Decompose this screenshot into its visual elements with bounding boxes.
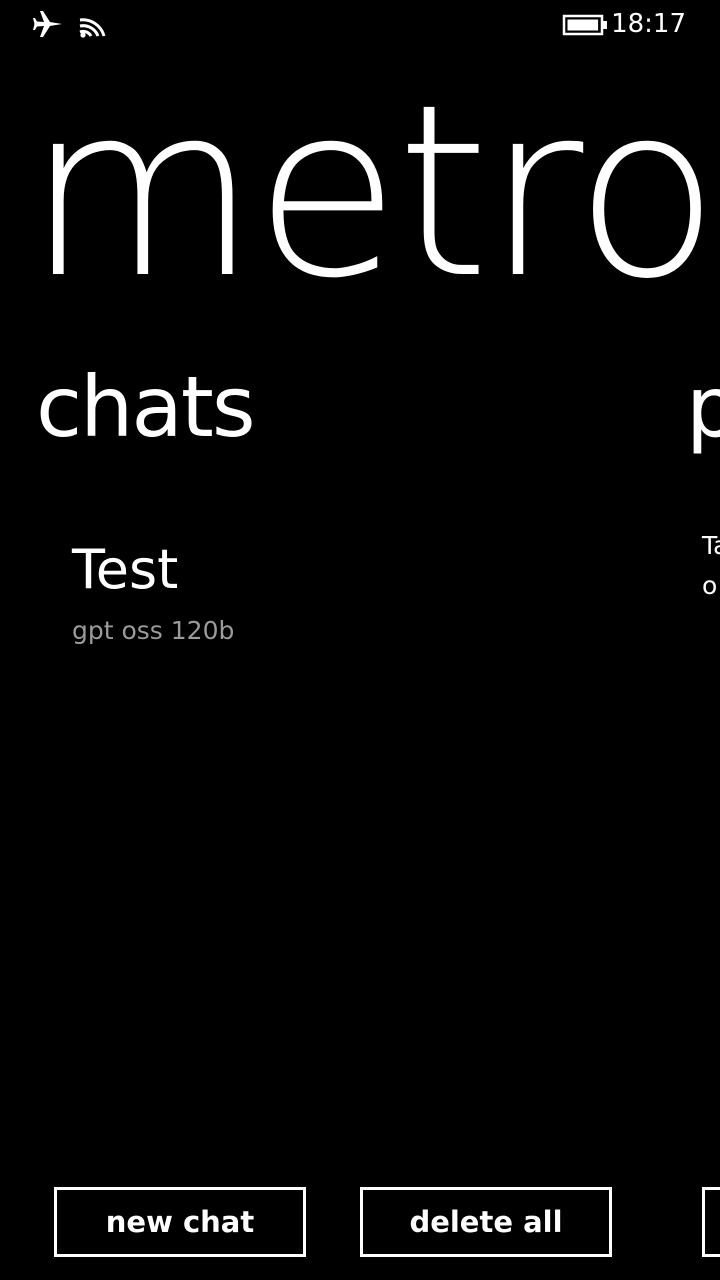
- peek-line-1: Ta: [702, 531, 720, 560]
- app-screen: 18:17 metroc chats p Test gpt oss 120b T…: [0, 0, 720, 1280]
- peek-line-2: o: [702, 571, 718, 600]
- next-section-peek-text: Ta o: [702, 526, 720, 606]
- chats-section-header[interactable]: chats: [36, 352, 256, 462]
- next-section-button[interactable]: [702, 1187, 720, 1257]
- delete-all-button[interactable]: delete all: [360, 1187, 612, 1257]
- panorama-title: metroc: [26, 54, 720, 331]
- chat-title: Test: [72, 538, 179, 601]
- new-chat-button[interactable]: new chat: [54, 1187, 306, 1257]
- airplane-icon: [32, 8, 64, 40]
- next-section-header[interactable]: p: [686, 352, 720, 462]
- wifi-icon: [78, 8, 110, 40]
- chat-list-item[interactable]: Test gpt oss 120b: [72, 532, 472, 656]
- status-bar: 18:17: [0, 0, 720, 50]
- battery-icon: [562, 12, 610, 38]
- chat-model-subtitle: gpt oss 120b: [72, 616, 235, 645]
- status-time: 18:17: [611, 9, 686, 39]
